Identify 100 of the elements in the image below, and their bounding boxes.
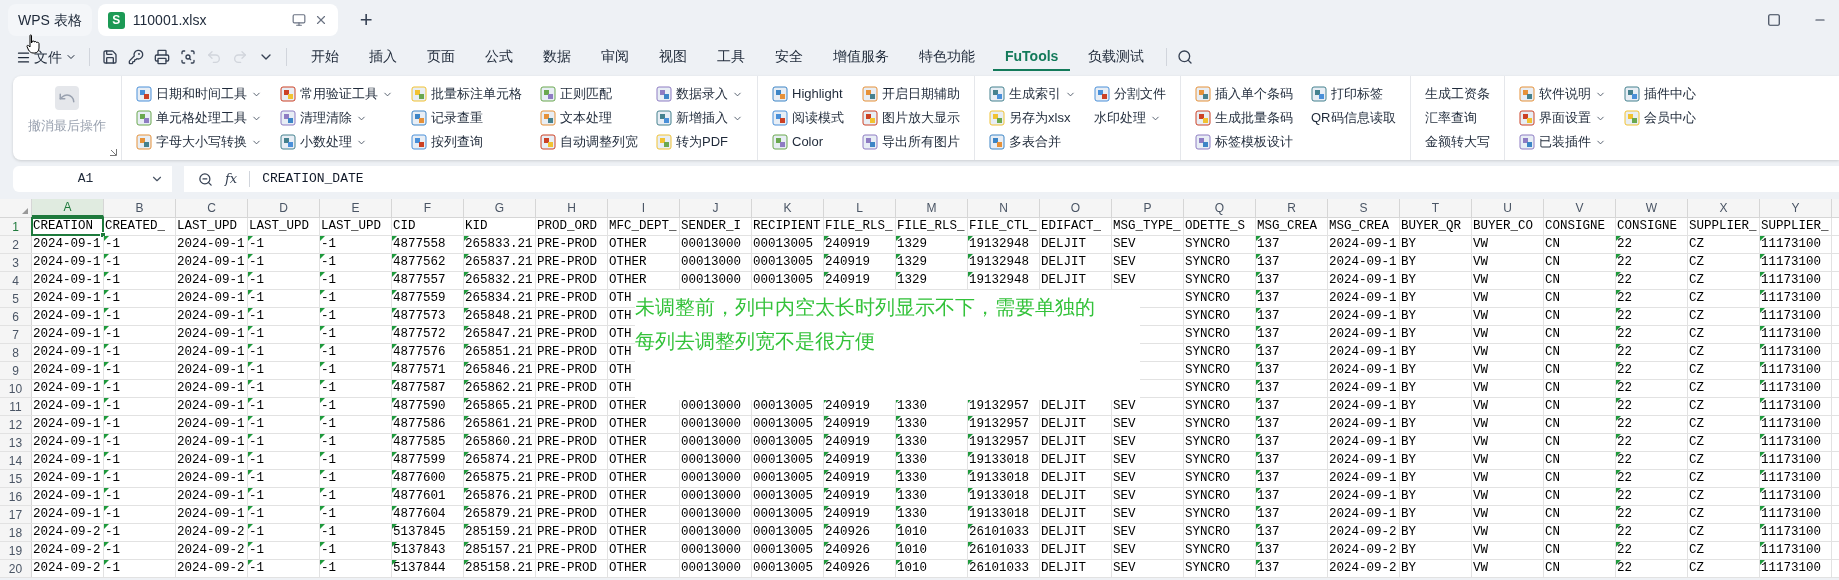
- ribbon-tool-button[interactable]: 打印标签: [1311, 84, 1396, 104]
- ribbon-tool-button[interactable]: 生成批量条码: [1195, 108, 1293, 128]
- ribbon-tool-button[interactable]: 按列查询: [411, 132, 522, 152]
- ribbon-tab[interactable]: 特色功能: [907, 43, 987, 71]
- ribbon-tool-button[interactable]: 插入单个条码: [1195, 84, 1293, 104]
- column-header[interactable]: N: [968, 199, 1040, 217]
- monitor-icon[interactable]: [291, 13, 306, 27]
- document-tab[interactable]: WPS 表格: [8, 4, 92, 36]
- ribbon-tool-button[interactable]: 界面设置: [1518, 108, 1606, 128]
- ribbon-tab[interactable]: 审阅: [589, 43, 641, 71]
- ribbon-tab[interactable]: 负载测试: [1076, 43, 1157, 71]
- print-icon[interactable]: [154, 49, 170, 65]
- column-header[interactable]: X: [1688, 199, 1760, 217]
- row-header[interactable]: 3: [0, 254, 32, 271]
- ribbon-tool-button[interactable]: 插件中心: [1623, 84, 1696, 104]
- search-icon[interactable]: [1177, 49, 1194, 65]
- row-header[interactable]: 20: [0, 560, 32, 577]
- ribbon-tool-button[interactable]: 汇率查询: [1424, 108, 1490, 128]
- ribbon-tab[interactable]: 页面: [415, 43, 467, 71]
- row-header[interactable]: 9: [0, 362, 32, 379]
- column-header[interactable]: E: [320, 199, 392, 217]
- column-header[interactable]: K: [752, 199, 824, 217]
- column-header[interactable]: R: [1256, 199, 1328, 217]
- name-box[interactable]: A1: [13, 166, 172, 192]
- column-header[interactable]: H: [536, 199, 608, 217]
- row-header[interactable]: 15: [0, 470, 32, 487]
- row-header[interactable]: 11: [0, 398, 32, 415]
- ribbon-tab[interactable]: 开始: [299, 43, 351, 71]
- row-header[interactable]: 5: [0, 290, 32, 307]
- ribbon-tool-button[interactable]: 另存为xlsx: [989, 108, 1076, 128]
- row-header[interactable]: 12: [0, 416, 32, 433]
- ribbon-tool-button[interactable]: 记录查重: [411, 108, 522, 128]
- ribbon-tool-button[interactable]: 已装插件: [1518, 132, 1606, 152]
- ribbon-tool-button[interactable]: 多表合并: [989, 132, 1076, 152]
- ribbon-tool-button[interactable]: 生成索引: [989, 84, 1076, 104]
- column-header[interactable]: S: [1328, 199, 1400, 217]
- column-header[interactable]: D: [248, 199, 320, 217]
- column-header[interactable]: T: [1400, 199, 1472, 217]
- ribbon-tab[interactable]: 安全: [763, 43, 815, 71]
- ribbon-tab[interactable]: 工具: [705, 43, 757, 71]
- ribbon-tool-button[interactable]: 分割文件: [1094, 84, 1166, 104]
- ribbon-tool-button[interactable]: 批量标注单元格: [411, 84, 522, 104]
- column-header[interactable]: L: [824, 199, 896, 217]
- document-tab[interactable]: S 110001.xlsx: [97, 4, 338, 36]
- ribbon-tab[interactable]: 公式: [473, 43, 525, 71]
- row-header[interactable]: 2: [0, 236, 32, 253]
- ribbon-tool-button[interactable]: 日期和时间工具: [136, 84, 262, 104]
- column-header[interactable]: Q: [1184, 199, 1256, 217]
- column-header[interactable]: B: [104, 199, 176, 217]
- row-header[interactable]: 14: [0, 452, 32, 469]
- row-header[interactable]: 4: [0, 272, 32, 289]
- row-header[interactable]: 16: [0, 488, 32, 505]
- row-header[interactable]: 19: [0, 542, 32, 559]
- ribbon-tool-button[interactable]: 小数处理: [280, 132, 393, 152]
- column-header[interactable]: M: [896, 199, 968, 217]
- ribbon-tool-button[interactable]: 文本处理: [540, 108, 638, 128]
- ribbon-tab[interactable]: 增值服务: [821, 43, 901, 71]
- ribbon-tab[interactable]: 视图: [647, 43, 699, 71]
- ribbon-tool-button[interactable]: 新增插入: [656, 108, 743, 128]
- column-header[interactable]: O: [1040, 199, 1112, 217]
- new-tab-button[interactable]: +: [355, 9, 377, 31]
- column-header[interactable]: V: [1544, 199, 1616, 217]
- ribbon-tool-button[interactable]: 会员中心: [1623, 108, 1696, 128]
- column-header[interactable]: F: [392, 199, 464, 217]
- ribbon-tool-button[interactable]: 图片放大显示: [862, 108, 960, 128]
- row-header[interactable]: 13: [0, 434, 32, 451]
- ribbon-tool-button[interactable]: 标签模板设计: [1195, 132, 1293, 152]
- column-header[interactable]: G: [464, 199, 536, 217]
- file-menu-button[interactable]: 文件: [16, 46, 77, 68]
- save-icon[interactable]: [102, 49, 118, 65]
- ribbon-tab[interactable]: FuTools: [993, 43, 1071, 71]
- ribbon-tool-button[interactable]: 转为PDF: [656, 132, 743, 152]
- column-header[interactable]: J: [680, 199, 752, 217]
- ribbon-tool-button[interactable]: 字母大小写转换: [136, 132, 262, 152]
- ribbon-tool-button[interactable]: 导出所有图片: [862, 132, 960, 152]
- print-preview-icon[interactable]: [180, 49, 196, 65]
- row-header[interactable]: 10: [0, 380, 32, 397]
- ribbon-tool-button[interactable]: Color: [772, 132, 844, 152]
- restore-icon[interactable]: [1767, 13, 1781, 27]
- ribbon-tool-button[interactable]: 软件说明: [1518, 84, 1606, 104]
- formula-field[interactable]: CREATION_DATE: [262, 169, 364, 189]
- column-header[interactable]: U: [1472, 199, 1544, 217]
- ribbon-tool-button[interactable]: 阅读模式: [772, 108, 844, 128]
- ribbon-tool-button[interactable]: 水印处理: [1094, 108, 1166, 128]
- column-header[interactable]: I: [608, 199, 680, 217]
- ribbon-tool-button[interactable]: 生成工资条: [1424, 84, 1490, 104]
- ribbon-tool-button[interactable]: QR码信息读取: [1311, 108, 1396, 128]
- column-header[interactable]: C: [176, 199, 248, 217]
- function-label[interactable]: fx: [225, 169, 238, 189]
- ribbon-tool-button[interactable]: Highlight: [772, 84, 844, 104]
- ribbon-tool-button[interactable]: 清理清除: [280, 108, 393, 128]
- ribbon-tool-button[interactable]: 单元格处理工具: [136, 108, 262, 128]
- row-header[interactable]: 7: [0, 326, 32, 343]
- zoom-out-icon[interactable]: [198, 171, 213, 187]
- ribbon-tool-button[interactable]: 正则匹配: [540, 84, 638, 104]
- row-header[interactable]: 18: [0, 524, 32, 541]
- column-header[interactable]: Y: [1760, 199, 1832, 217]
- ribbon-tool-button[interactable]: 数据录入: [656, 84, 743, 104]
- ribbon-tab[interactable]: 数据: [531, 43, 583, 71]
- ribbon-tool-button[interactable]: 金额转大写: [1424, 132, 1490, 152]
